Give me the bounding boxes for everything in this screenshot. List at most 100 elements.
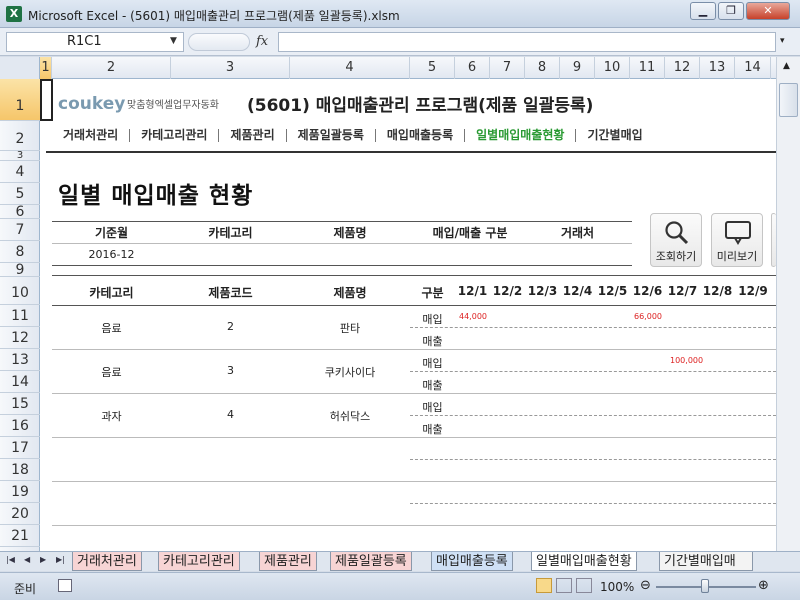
table-cell-code[interactable]: 2 <box>171 320 290 333</box>
row-header[interactable]: 5 <box>0 183 40 205</box>
scroll-thumb[interactable] <box>779 83 798 117</box>
filter-category-input[interactable] <box>171 248 290 262</box>
table-cell-category[interactable]: 음료 <box>52 320 171 336</box>
restore-icon[interactable]: ❐ <box>718 2 744 20</box>
sheet-tab[interactable]: 거래처관리 <box>72 552 142 571</box>
page-break-icon[interactable] <box>576 578 592 593</box>
preview-button[interactable]: 미리보기 <box>711 213 763 267</box>
row-header[interactable]: 3 <box>0 151 40 161</box>
column-header[interactable]: 9 <box>560 57 595 79</box>
row-header[interactable]: 6 <box>0 205 40 219</box>
scroll-up-icon[interactable]: ▲ <box>783 61 790 71</box>
sheet-tab[interactable]: 기간별매입매 <box>659 552 753 571</box>
close-icon[interactable]: ✕ <box>746 2 790 20</box>
column-header[interactable]: 11 <box>630 57 665 79</box>
column-header[interactable]: 13 <box>700 57 735 79</box>
normal-view-icon[interactable] <box>536 578 552 593</box>
row-header[interactable]: 10 <box>0 277 40 305</box>
sheet-tab[interactable]: 제품관리 <box>259 552 317 571</box>
filter-header-vendor: 거래처 <box>560 226 595 240</box>
row-header[interactable]: 18 <box>0 459 40 481</box>
zoom-slider-thumb[interactable] <box>701 579 709 593</box>
amount-cell[interactable]: 66,000 <box>634 312 662 321</box>
row-header[interactable]: 1 <box>0 79 40 121</box>
row-header[interactable]: 16 <box>0 415 40 437</box>
chevron-down-icon[interactable]: ▼ <box>170 36 177 46</box>
zoom-level[interactable]: 100% <box>600 580 634 594</box>
last-sheet-icon[interactable]: ▶| <box>56 555 65 564</box>
dashed-divider <box>410 415 776 416</box>
column-header[interactable]: 8 <box>525 57 560 79</box>
row-header[interactable]: 13 <box>0 349 40 371</box>
amount-cell[interactable]: 100,000 <box>670 356 703 365</box>
column-header[interactable]: 6 <box>455 57 490 79</box>
sheet-tab[interactable]: 카테고리관리 <box>158 552 240 571</box>
vertical-scrollbar[interactable]: ▲ <box>776 57 800 551</box>
zoom-in-icon[interactable]: ⊕ <box>758 578 769 593</box>
formula-input[interactable] <box>278 32 776 52</box>
column-header[interactable]: 10 <box>595 57 630 79</box>
filter-header-product: 제품명 <box>333 226 367 240</box>
expand-formula-icon[interactable]: ▾ <box>780 36 785 46</box>
active-cell[interactable] <box>40 79 53 121</box>
table-cell-name[interactable]: 판타 <box>290 320 410 336</box>
row-header[interactable]: 12 <box>0 327 40 349</box>
next-sheet-icon[interactable]: ▶ <box>40 555 46 564</box>
table-cell-code[interactable]: 3 <box>171 364 290 377</box>
sheet-tab-active[interactable]: 일별매입매출현황 <box>531 552 637 571</box>
table-cell-code[interactable]: 4 <box>171 408 290 421</box>
row-header[interactable]: 19 <box>0 481 40 503</box>
select-all-corner[interactable] <box>0 57 40 79</box>
filter-type-input[interactable] <box>410 248 530 262</box>
nav-item-vendors[interactable]: 거래처관리 <box>52 129 131 142</box>
column-header[interactable]: 1 <box>40 57 52 79</box>
first-sheet-icon[interactable]: |◀ <box>6 555 15 564</box>
row-header[interactable]: 20 <box>0 503 40 525</box>
row-header[interactable]: 17 <box>0 437 40 459</box>
column-header[interactable]: 5 <box>410 57 455 79</box>
sheet-tab[interactable]: 매입매출등록 <box>431 552 513 571</box>
sheet-tab[interactable]: 제품일괄등록 <box>330 552 412 571</box>
divider <box>52 221 632 222</box>
column-header[interactable]: 2 <box>52 57 171 79</box>
name-box[interactable]: R1C1 <box>6 32 184 52</box>
table-cell-name[interactable]: 허쉬닥스 <box>290 408 410 424</box>
column-header[interactable]: 12 <box>665 57 700 79</box>
row-header[interactable]: 15 <box>0 393 40 415</box>
nav-item-daily-status[interactable]: 일별매입매출현황 <box>465 129 577 142</box>
zoom-out-icon[interactable]: ⊖ <box>640 578 651 593</box>
divider <box>52 243 632 244</box>
prev-sheet-icon[interactable]: ◀ <box>24 555 30 564</box>
nav-item-period-status[interactable]: 기간별매입 <box>576 129 653 142</box>
nav-item-bulk-register[interactable]: 제품일괄등록 <box>287 129 376 142</box>
fx-icon[interactable]: fx <box>256 34 268 49</box>
amount-cell[interactable]: 44,000 <box>459 312 487 321</box>
macro-record-icon[interactable] <box>58 579 72 592</box>
table-cell-category[interactable]: 음료 <box>52 364 171 380</box>
filter-product-input[interactable] <box>290 248 410 262</box>
row-header[interactable]: 8 <box>0 241 40 263</box>
table-cell-category[interactable]: 과자 <box>52 408 171 424</box>
filter-month-input[interactable]: 2016-12 <box>52 248 171 261</box>
excel-icon[interactable]: X <box>6 6 22 22</box>
row-header[interactable]: 4 <box>0 161 40 183</box>
filter-vendor-input[interactable] <box>535 248 620 262</box>
column-header[interactable]: 14 <box>735 57 771 79</box>
row-header[interactable]: 11 <box>0 305 40 327</box>
row-header[interactable]: 7 <box>0 219 40 241</box>
page-layout-icon[interactable] <box>556 578 572 593</box>
nav-item-products[interactable]: 제품관리 <box>219 129 287 142</box>
table-cell-buy-label: 매입 <box>422 313 443 326</box>
row-header[interactable]: 2 <box>0 121 40 151</box>
table-cell-name[interactable]: 쿠키사이다 <box>290 364 410 380</box>
row-header[interactable]: 21 <box>0 525 40 547</box>
minimize-icon[interactable]: ▁ <box>690 2 716 20</box>
nav-item-categories[interactable]: 카테고리관리 <box>130 129 220 142</box>
column-header[interactable]: 7 <box>490 57 525 79</box>
column-header[interactable]: 3 <box>171 57 290 79</box>
row-header[interactable]: 14 <box>0 371 40 393</box>
search-button[interactable]: 조회하기 <box>650 213 702 267</box>
column-header[interactable]: 4 <box>290 57 410 79</box>
nav-item-transactions[interactable]: 매입매출등록 <box>376 129 466 142</box>
row-header[interactable]: 9 <box>0 263 40 277</box>
